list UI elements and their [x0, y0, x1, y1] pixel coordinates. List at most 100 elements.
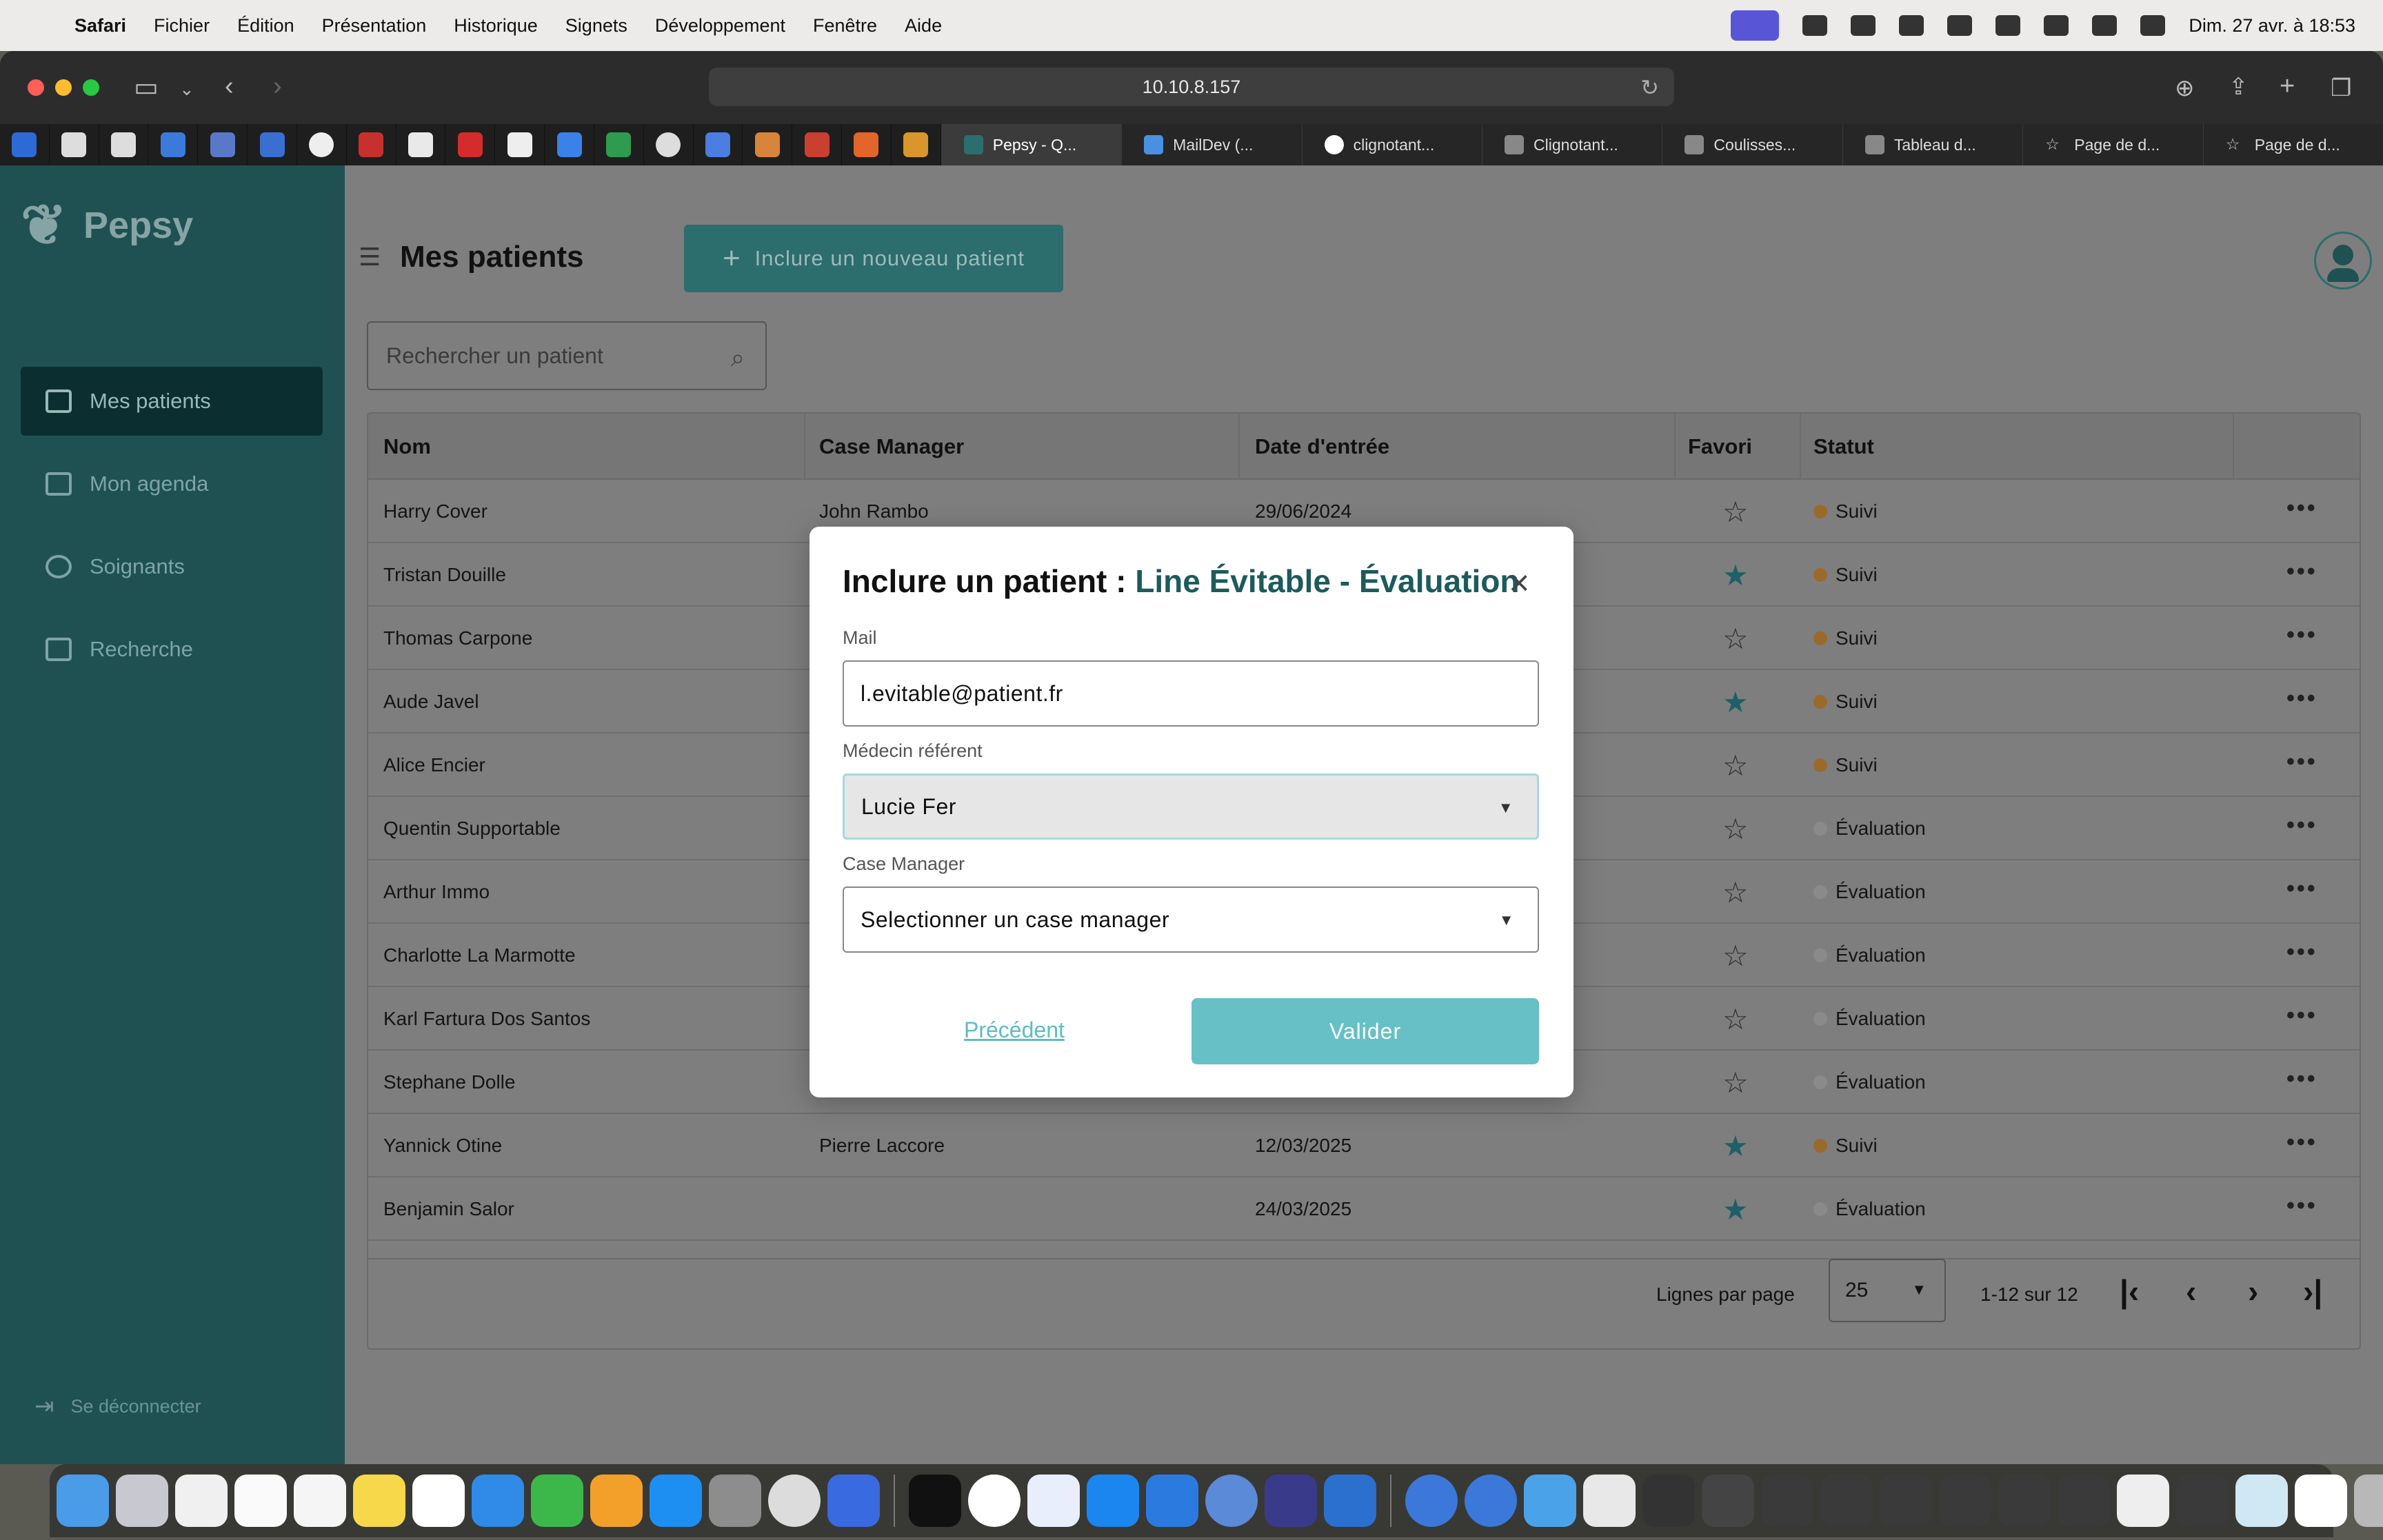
window-thumbnail-icon[interactable] — [2117, 1475, 2169, 1527]
vpn-icon[interactable] — [1899, 15, 1924, 36]
case-manager-select[interactable]: Selectionner un case manager ▼ — [843, 886, 1539, 953]
search-icon[interactable]: ⌕ — [731, 343, 745, 373]
more-options-icon[interactable]: ••• — [2286, 1066, 2317, 1093]
reload-icon[interactable]: ↻ — [1640, 74, 1659, 101]
finder-icon[interactable] — [57, 1475, 109, 1527]
menu-historique[interactable]: Historique — [454, 15, 538, 37]
pinned-tab[interactable] — [743, 124, 793, 165]
tab-clignotant[interactable]: Clignotant... — [1482, 124, 1662, 165]
column-header-date[interactable]: Date d'entrée — [1255, 434, 1389, 459]
include-new-patient-button[interactable]: + Inclure un nouveau patient — [684, 225, 1063, 292]
system-settings-icon[interactable] — [709, 1475, 761, 1527]
logout-button[interactable]: ⇥ Se déconnecter — [34, 1392, 201, 1420]
close-icon[interactable]: × — [1509, 563, 1529, 604]
column-header-case-manager[interactable]: Case Manager — [819, 434, 964, 459]
pinned-tab[interactable] — [396, 124, 446, 165]
menu-fenetre[interactable]: Fenêtre — [813, 15, 877, 37]
favorite-star-icon[interactable]: ☆ — [1722, 939, 1749, 973]
window-thumbnail-icon[interactable] — [2058, 1475, 2110, 1527]
tab-coulisses[interactable]: Coulisses... — [1662, 124, 1842, 165]
tab-page-de-d-1[interactable]: ☆ Page de d... — [2022, 124, 2203, 165]
globe-icon[interactable] — [1405, 1475, 1458, 1527]
more-options-icon[interactable]: ••• — [2286, 685, 2317, 712]
freeform-icon[interactable] — [412, 1475, 465, 1527]
favorite-star-icon[interactable]: ☆ — [1722, 1066, 1749, 1100]
download-icon[interactable]: ⊕ — [2175, 74, 2195, 102]
sidebar-item-mon-agenda[interactable]: Mon agenda — [21, 449, 323, 518]
pinned-tab[interactable] — [792, 124, 843, 165]
xcode-icon[interactable] — [827, 1475, 880, 1527]
keynote-icon[interactable] — [472, 1475, 524, 1527]
menu-safari[interactable]: Safari — [74, 15, 126, 37]
window-thumbnail-icon[interactable] — [1939, 1475, 1991, 1527]
last-page-button[interactable]: ›| — [2303, 1273, 2322, 1310]
menu-aide[interactable]: Aide — [905, 15, 942, 37]
menu-developpement[interactable]: Développement — [655, 15, 785, 37]
window-thumbnail-icon[interactable] — [1820, 1475, 1873, 1527]
battery-icon[interactable] — [1995, 15, 2021, 36]
sidebar-toggle-icon[interactable]: ▭ — [134, 72, 159, 103]
window-thumbnail-icon[interactable] — [1761, 1475, 1813, 1527]
search-input[interactable]: Rechercher un patient ⌕ — [367, 321, 767, 390]
reminders-icon[interactable] — [294, 1475, 346, 1527]
more-options-icon[interactable]: ••• — [2286, 939, 2317, 966]
grammarly-icon[interactable] — [1802, 15, 1828, 36]
tab-maildev[interactable]: MailDev (... — [1121, 124, 1302, 165]
chrome-icon[interactable] — [968, 1475, 1020, 1527]
window-thumbnail-icon[interactable] — [1702, 1475, 1754, 1527]
previous-button[interactable]: Précédent — [964, 1017, 1065, 1043]
favorite-star-icon[interactable]: ☆ — [1722, 749, 1749, 782]
tab-clignotant-google[interactable]: clignotant... — [1301, 124, 1482, 165]
share-icon[interactable]: ⇪ — [2229, 73, 2249, 101]
markdown-app-icon[interactable] — [1205, 1475, 1258, 1527]
favorite-star-icon[interactable]: ☆ — [1722, 875, 1749, 909]
pinned-tab[interactable] — [842, 124, 892, 165]
menu-fichier[interactable]: Fichier — [154, 15, 210, 37]
window-thumbnail-icon[interactable] — [1880, 1475, 1932, 1527]
window-thumbnail-icon[interactable] — [2235, 1475, 2288, 1527]
pinned-tab[interactable] — [248, 124, 297, 165]
bluetooth-icon[interactable] — [1947, 15, 1973, 36]
tab-page-de-d-2[interactable]: ☆ Page de d... — [2202, 124, 2383, 165]
pinned-tab[interactable] — [892, 124, 941, 165]
pinned-tab[interactable] — [50, 124, 99, 165]
pinned-tab[interactable] — [694, 124, 743, 165]
more-options-icon[interactable]: ••• — [2286, 1002, 2317, 1029]
table-row[interactable]: Benjamin Salor 24/03/2025 ★ Évaluation ••• — [368, 1177, 2360, 1241]
spotlight-icon[interactable] — [2092, 15, 2118, 36]
doctor-select[interactable]: Lucie Fer ▼ — [843, 773, 1539, 840]
control-center-icon[interactable] — [2140, 15, 2166, 36]
graphql-app-icon[interactable] — [1265, 1475, 1317, 1527]
pinned-tab[interactable] — [99, 124, 149, 165]
screen-share-icon[interactable] — [1731, 10, 1780, 41]
brand-logo[interactable]: ❦ Pepsy — [21, 193, 193, 257]
folder-icon[interactable] — [1524, 1475, 1576, 1527]
tab-pepsy[interactable]: Pepsy - Q... — [941, 124, 1122, 165]
pinned-tab[interactable] — [495, 124, 545, 165]
pages-icon[interactable] — [590, 1475, 643, 1527]
app-store-icon[interactable] — [650, 1475, 702, 1527]
document-thumbnail-icon[interactable] — [1583, 1475, 1636, 1527]
numbers-icon[interactable] — [531, 1475, 583, 1527]
privacy-app-icon[interactable] — [768, 1475, 821, 1527]
pinned-tab[interactable] — [148, 124, 199, 165]
favorite-star-icon[interactable]: ☆ — [1722, 495, 1749, 529]
pinned-tab[interactable] — [347, 124, 396, 165]
more-options-icon[interactable]: ••• — [2286, 1193, 2317, 1219]
next-page-button[interactable]: › — [2248, 1273, 2258, 1310]
more-options-icon[interactable]: ••• — [2286, 749, 2317, 776]
menu-presentation[interactable]: Présentation — [322, 15, 427, 37]
pinned-tab[interactable] — [0, 124, 50, 165]
favorite-star-icon[interactable]: ☆ — [1722, 1002, 1749, 1036]
favorite-star-icon[interactable]: ★ — [1722, 1129, 1749, 1163]
pinned-tab[interactable] — [594, 124, 644, 165]
window-thumbnail-icon[interactable] — [2176, 1475, 2229, 1527]
sidebar-item-recherche[interactable]: Recherche — [21, 615, 323, 684]
menubar-datetime[interactable]: Dim. 27 avr. à 18:53 — [2189, 15, 2355, 37]
more-options-icon[interactable]: ••• — [2286, 558, 2317, 585]
safari-icon[interactable] — [1087, 1475, 1139, 1527]
pinned-tab[interactable] — [198, 124, 248, 165]
favorite-star-icon[interactable]: ☆ — [1722, 622, 1749, 656]
column-header-statut[interactable]: Statut — [1813, 434, 1874, 459]
favorite-star-icon[interactable]: ★ — [1722, 1193, 1749, 1226]
